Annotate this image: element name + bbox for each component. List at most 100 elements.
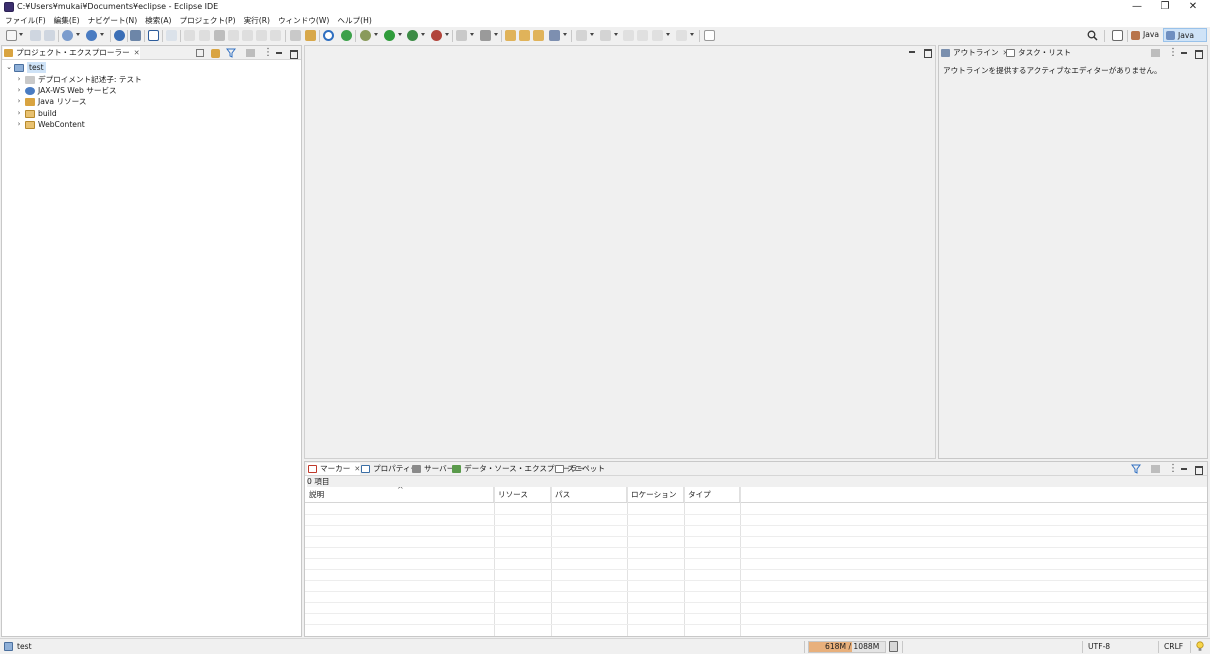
forward-history-icon[interactable] [637, 30, 648, 41]
tree-item-test[interactable]: ⌄ test [2, 62, 301, 73]
open-project-icon[interactable] [519, 30, 530, 41]
perspective-javaee[interactable]: Java EE [1163, 28, 1207, 54]
resume-icon[interactable] [184, 30, 195, 41]
perspective-java[interactable]: Java [1131, 28, 1159, 42]
tab-project-explorer[interactable]: プロジェクト・エクスプローラー ✕ [3, 47, 140, 59]
link-with-editor-icon[interactable] [211, 49, 220, 58]
step-into-icon[interactable] [242, 30, 253, 41]
open-folder-icon[interactable] [505, 30, 516, 41]
minimize-view-icon[interactable] [1179, 464, 1189, 474]
skip-breakpoints-icon[interactable] [166, 30, 177, 41]
previous-annotation-icon[interactable] [600, 30, 611, 41]
focus-on-active-task-icon[interactable] [246, 49, 255, 57]
minimize-editor-icon[interactable] [907, 47, 917, 57]
forward-icon[interactable] [676, 30, 687, 41]
column-header-resource[interactable]: リソース [494, 487, 551, 502]
open-perspective-icon[interactable] [1112, 30, 1123, 41]
next-annotation-icon[interactable] [576, 30, 587, 41]
menu-navigate[interactable]: ナビゲート(N) [84, 14, 142, 27]
menu-search[interactable]: 検索(A) [141, 14, 175, 27]
column-header-type[interactable]: タイプ [684, 487, 740, 502]
minimize-button[interactable]: — [1122, 0, 1152, 14]
server-start-icon[interactable] [341, 30, 352, 41]
tab-task-list[interactable]: タスク・リスト [1005, 47, 1071, 59]
heap-status[interactable]: 618M / 1088M [808, 641, 886, 653]
column-header-path[interactable]: パス [551, 487, 627, 502]
save-icon[interactable] [30, 30, 41, 41]
column-header-description[interactable]: 説明 ^ [305, 487, 494, 502]
open-web-browser-icon[interactable] [114, 30, 125, 41]
tree-item-java-resources[interactable]: › Java リソース [2, 96, 301, 107]
view-menu-icon[interactable] [1165, 463, 1178, 475]
tab-properties[interactable]: プロパティー [360, 463, 418, 475]
tree-item-jaxws[interactable]: › JAX-WS Web サービス [2, 85, 301, 96]
new-icon[interactable] [6, 30, 17, 41]
new-java-class-icon[interactable] [480, 30, 491, 41]
search-icon[interactable] [1087, 30, 1098, 41]
generate-icon[interactable] [305, 30, 316, 41]
terminate-icon[interactable] [214, 30, 225, 41]
disconnect-icon[interactable] [228, 30, 239, 41]
maximize-editor-icon[interactable] [922, 47, 932, 58]
external-tools-icon[interactable] [431, 30, 442, 41]
menu-project[interactable]: プロジェクト(P) [175, 14, 239, 27]
new-dropdown-icon[interactable] [19, 33, 23, 36]
toggle-ant-icon[interactable] [290, 30, 301, 41]
pin-editor-icon[interactable] [704, 30, 715, 41]
maximize-view-icon[interactable] [288, 48, 298, 59]
debug-icon[interactable] [360, 30, 371, 41]
new-server-icon[interactable] [62, 30, 73, 41]
console-icon[interactable] [148, 30, 159, 41]
tip-lightbulb-icon[interactable] [1196, 641, 1204, 652]
menu-help[interactable]: ヘルプ(H) [333, 14, 375, 27]
new-java-package-icon[interactable] [456, 30, 467, 41]
tab-outline[interactable]: アウトライン✕ [940, 47, 1009, 59]
last-edit-location-icon[interactable] [623, 30, 634, 41]
collapse-all-icon[interactable] [196, 49, 204, 57]
target-icon[interactable] [323, 30, 334, 41]
save-all-icon[interactable] [44, 30, 55, 41]
focus-on-active-task-icon[interactable] [1151, 465, 1160, 473]
collapsed-chevron-icon[interactable]: › [15, 108, 23, 119]
collapsed-chevron-icon[interactable]: › [15, 96, 23, 107]
trash-gc-icon[interactable] [889, 641, 898, 652]
open-resource-icon[interactable] [533, 30, 544, 41]
suspend-icon[interactable] [199, 30, 210, 41]
minimize-view-icon[interactable] [274, 48, 284, 58]
tab-servers[interactable]: サーバー [411, 463, 454, 475]
menu-run[interactable]: 実行(R) [240, 14, 274, 27]
filter-icon[interactable] [226, 48, 236, 58]
tree-item-webcontent[interactable]: › WebContent [2, 119, 301, 130]
close-icon[interactable]: ✕ [134, 49, 140, 57]
back-icon[interactable] [652, 30, 663, 41]
web-service-icon[interactable] [86, 30, 97, 41]
menu-edit[interactable]: 編集(E) [50, 14, 84, 27]
step-over-icon[interactable] [256, 30, 267, 41]
filter-icon[interactable] [1131, 464, 1141, 474]
minimize-view-icon[interactable] [1179, 48, 1189, 58]
collapsed-chevron-icon[interactable]: › [15, 74, 23, 85]
collapsed-chevron-icon[interactable]: › [15, 119, 23, 130]
maximize-view-icon[interactable] [1193, 464, 1203, 475]
close-button[interactable]: ✕ [1178, 0, 1208, 14]
editor-area[interactable] [304, 45, 936, 459]
expanded-chevron-icon[interactable]: ⌄ [5, 62, 13, 73]
tree-item-deployment-descriptor[interactable]: › デプロイメント記述子: テスト [2, 74, 301, 85]
open-type-icon[interactable] [130, 30, 141, 41]
tab-markers[interactable]: マーカー ✕ [307, 463, 361, 475]
tree-item-build[interactable]: › build [2, 108, 301, 119]
maximize-view-icon[interactable] [1193, 48, 1203, 59]
menu-file[interactable]: ファイル(F) [0, 14, 50, 27]
run-icon[interactable] [384, 30, 395, 41]
tab-snippets[interactable]: スニペット [554, 463, 605, 475]
menu-window[interactable]: ウィンドウ(W) [274, 14, 333, 27]
search-tool-icon[interactable] [549, 30, 560, 41]
collapsed-chevron-icon[interactable]: › [15, 85, 23, 96]
restore-button[interactable]: ❐ [1150, 0, 1180, 14]
focus-on-active-task-icon[interactable] [1151, 49, 1160, 57]
view-menu-icon[interactable] [1165, 47, 1178, 59]
step-return-icon[interactable] [270, 30, 281, 41]
view-menu-icon[interactable] [260, 47, 273, 59]
coverage-icon[interactable] [407, 30, 418, 41]
column-header-location[interactable]: ロケーション [627, 487, 684, 502]
